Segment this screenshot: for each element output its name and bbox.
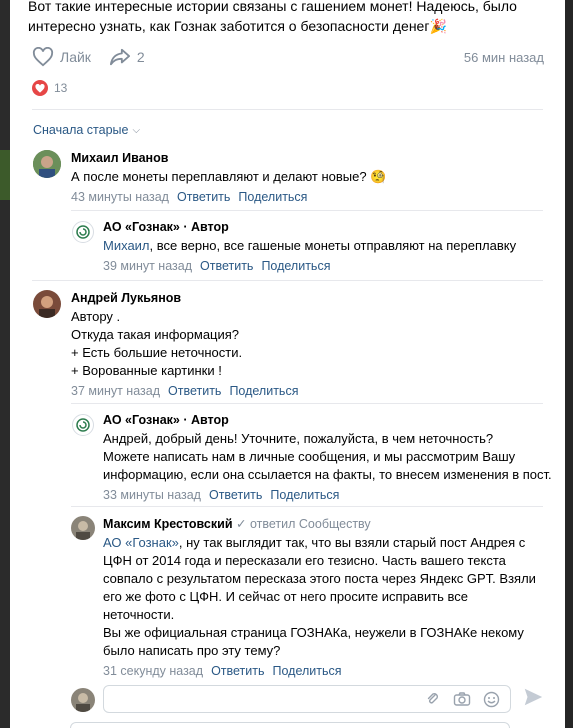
- comment-line: ЦФН от 2014 года и пересказали его тезис…: [103, 553, 506, 568]
- share-comment-button[interactable]: Поделиться: [270, 488, 339, 502]
- goznak-logo-icon[interactable]: [72, 414, 94, 436]
- comment-meta: 31 секунду назад Ответить Поделиться: [103, 662, 553, 680]
- comment-line: совпало с результатом пересказа этого по…: [103, 571, 536, 586]
- post-time: 56 мин назад: [463, 49, 544, 65]
- avatar[interactable]: [33, 150, 61, 178]
- comment-line: Автору .: [71, 309, 121, 324]
- comment-text: Андрей, добрый день! Уточните, пожалуйст…: [103, 430, 553, 484]
- like-button[interactable]: Лайк: [32, 47, 91, 67]
- comment: Андрей Лукьянов Автору . Откуда такая ин…: [71, 290, 551, 400]
- comment-meta: 43 минуты назад Ответить Поделиться: [71, 188, 551, 206]
- comment-line: Вы же официальная страница ГОЗНАКа, неуж…: [103, 625, 524, 640]
- comment-author: Максим Крестовский ✓ ответил Сообществу: [103, 516, 553, 532]
- author-name[interactable]: Максим Крестовский: [103, 517, 233, 531]
- author-name[interactable]: АО «Гознак»: [103, 413, 180, 427]
- comment-meta: 33 минуты назад Ответить Поделиться: [103, 486, 553, 504]
- comment-line: Откуда такая информация?: [71, 327, 240, 342]
- comment: Михаил Иванов А после монеты переплавляю…: [71, 150, 551, 206]
- goznak-logo-icon[interactable]: [72, 221, 94, 243]
- comment-line: неточности.: [103, 607, 175, 622]
- comment: АО «Гознак» · Автор Михаил, все верно, в…: [103, 219, 548, 275]
- comment-line: Андрей, добрый день! Уточните, пожалуйст…: [103, 431, 494, 446]
- comment-time[interactable]: 39 минут назад: [103, 259, 192, 273]
- send-button[interactable]: [522, 686, 544, 711]
- heart-outline-icon: [32, 47, 54, 67]
- post-actions: Лайк 2 56 мин назад: [32, 44, 544, 70]
- chevron-down-icon: ⌵: [132, 124, 141, 136]
- heart-reaction-icon: [32, 80, 48, 96]
- send-arrow-icon: [524, 688, 543, 706]
- share-comment-button[interactable]: Поделиться: [273, 664, 342, 678]
- checkmark-icon: ✓: [236, 517, 247, 531]
- author-tag: · Автор: [179, 220, 229, 234]
- comment-meta: 39 минут назад Ответить Поделиться: [103, 257, 548, 275]
- comment-text: АО «Гознак», ну так выглядит так, что вы…: [103, 534, 553, 660]
- share-comment-button[interactable]: Поделиться: [229, 384, 298, 398]
- comment-text-rest: , ну так выглядит так, что вы взяли стар…: [178, 535, 526, 550]
- share-button[interactable]: 2: [109, 47, 145, 67]
- sort-label: Сначала старые: [33, 123, 129, 137]
- comment-author[interactable]: Андрей Лукьянов: [71, 290, 551, 306]
- sort-dropdown[interactable]: Сначала старые ⌵: [33, 123, 140, 137]
- comment-line: АО «Гознак», ну так выглядит так, что вы…: [103, 534, 553, 552]
- background-left: [0, 0, 10, 728]
- divider: [32, 109, 543, 110]
- replied-to: ✓ ответил Сообществу: [236, 517, 371, 531]
- comment-author: АО «Гознак» · Автор: [103, 219, 548, 235]
- like-label: Лайк: [60, 49, 91, 65]
- comment-author[interactable]: Михаил Иванов: [71, 150, 551, 166]
- reaction-count: 13: [54, 81, 68, 95]
- comment-input[interactable]: [103, 685, 511, 713]
- divider: [71, 506, 543, 507]
- comment-text: А после монеты переплавляют и делают нов…: [71, 169, 387, 184]
- comment-text: Автору . Откуда такая информация? + Есть…: [71, 308, 551, 380]
- divider: [71, 403, 543, 404]
- post-card: Вот такие интересные истории связаны с г…: [10, 0, 565, 728]
- comment: АО «Гознак» · Автор Андрей, добрый день!…: [103, 412, 553, 504]
- reply-button[interactable]: Ответить: [168, 384, 221, 398]
- comment-time[interactable]: 43 минуты назад: [71, 190, 169, 204]
- share-count: 2: [136, 49, 145, 65]
- camera-icon[interactable]: [453, 691, 471, 707]
- divider: [71, 210, 543, 211]
- comment-line: информацию, если она ссылается на факты,…: [103, 467, 552, 482]
- reply-button[interactable]: Ответить: [177, 190, 230, 204]
- comment-line: было написать про эту тему?: [103, 643, 281, 658]
- current-user-avatar[interactable]: [71, 688, 95, 712]
- mention-link[interactable]: Михаил: [103, 238, 150, 253]
- avatar[interactable]: [33, 290, 61, 318]
- avatar[interactable]: [71, 516, 95, 540]
- paperclip-icon[interactable]: [425, 691, 441, 707]
- reactions-summary[interactable]: 13: [32, 80, 67, 96]
- comment-author: АО «Гознак» · Автор: [103, 412, 553, 428]
- divider: [32, 280, 543, 281]
- emoji-icon[interactable]: [483, 691, 500, 708]
- post-text-line: Вот такие интересные истории связаны с г…: [28, 0, 517, 14]
- comment-time[interactable]: 37 минут назад: [71, 384, 160, 398]
- comment-meta: 37 минут назад Ответить Поделиться: [71, 382, 551, 400]
- reply-button[interactable]: Ответить: [200, 259, 253, 273]
- reply-button[interactable]: Ответить: [209, 488, 262, 502]
- comment-time[interactable]: 33 минуты назад: [103, 488, 201, 502]
- author-tag: · Автор: [179, 413, 229, 427]
- author-name[interactable]: АО «Гознак»: [103, 220, 180, 234]
- comment: Максим Крестовский ✓ ответил Сообществу …: [103, 516, 553, 680]
- comment-time[interactable]: 31 секунду назад: [103, 664, 203, 678]
- share-arrow-icon: [109, 48, 130, 66]
- comment-line: Можете написать нам в личные сообщения, …: [103, 449, 516, 464]
- comment-line: его же фото с ЦФН. И сейчас от него прос…: [103, 589, 469, 604]
- reply-button[interactable]: Ответить: [211, 664, 264, 678]
- post-text: Вот такие интересные истории связаны с г…: [28, 0, 548, 36]
- comment-text: Михаил, все верно, все гашеные монеты от…: [103, 237, 548, 255]
- mention-link[interactable]: АО «Гознак»: [103, 535, 179, 550]
- comment-text-rest: , все верно, все гашеные монеты отправля…: [149, 238, 517, 253]
- next-comment-input: [70, 722, 510, 728]
- comment-line: + Есть большие неточности.: [71, 345, 243, 360]
- post-text-line: интересно узнать, как Гознак заботится о…: [28, 18, 447, 34]
- comment-line: + Ворованные картинки !: [71, 363, 222, 378]
- share-comment-button[interactable]: Поделиться: [238, 190, 307, 204]
- share-comment-button[interactable]: Поделиться: [261, 259, 330, 273]
- replied-to-label: ответил Сообществу: [249, 517, 371, 531]
